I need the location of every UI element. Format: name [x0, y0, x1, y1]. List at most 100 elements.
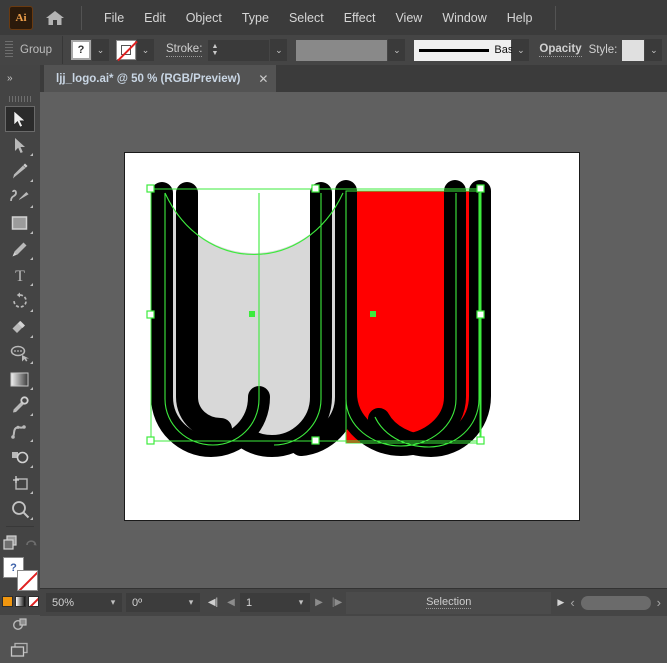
menu-item-type[interactable]: Type [232, 7, 279, 29]
tool-group-corner-icon [30, 257, 33, 260]
fill-dropdown-chevron-down-icon[interactable]: ⌄ [91, 39, 109, 61]
tool-group-corner-icon [30, 205, 33, 208]
first-artboard-icon[interactable]: ◀| [204, 592, 222, 614]
app-logo-icon[interactable]: Ai [9, 5, 33, 30]
curvature-tool[interactable] [5, 184, 35, 210]
artboard[interactable] [124, 152, 580, 521]
stroke-swatch-inner [120, 45, 131, 55]
color-mode-buttons [0, 596, 40, 607]
next-artboard-icon[interactable]: ▶ [310, 592, 328, 614]
scroll-right-chevron-icon[interactable]: › [657, 595, 661, 610]
stroke-swatch-none[interactable] [115, 40, 136, 60]
stroke-color-control[interactable]: ⌄ [115, 39, 154, 61]
stroke-weight-chevron-down-icon[interactable]: ⌄ [270, 39, 288, 61]
horizontal-scrollbar-thumb[interactable] [580, 595, 651, 610]
stroke-dropdown-chevron-down-icon[interactable]: ⌄ [136, 39, 154, 61]
brush-definition-preview[interactable]: Basic [414, 39, 521, 61]
menu-item-object[interactable]: Object [176, 7, 232, 29]
menu-item-file[interactable]: File [94, 7, 134, 29]
none-button[interactable] [27, 596, 39, 607]
illustrator-window: Ai File Edit Object Type Select Effect V… [0, 0, 667, 657]
width-profile-control[interactable]: ⌄ [296, 39, 406, 61]
style-label: Style: [588, 44, 618, 56]
menu-item-help[interactable]: Help [497, 7, 543, 29]
tool-group-corner-icon [30, 179, 33, 182]
scroll-left-chevron-icon[interactable]: ‹ [570, 595, 574, 610]
graphic-style-chevron-down-icon[interactable]: ⌄ [645, 39, 663, 61]
control-bar: Group ? ⌄ ⌄ Stroke: ▲ ▼ ⌄ ⌄ Basic ⌄ Opac… [0, 35, 667, 66]
stroke-weight-input[interactable] [221, 39, 270, 61]
canvas-area[interactable] [40, 92, 667, 588]
menu-item-window[interactable]: Window [432, 7, 496, 29]
zoom-level-input[interactable]: 50% [46, 593, 104, 612]
rotation-control[interactable]: 0º ▾ [126, 593, 200, 612]
stroke-weight-stepper[interactable]: ▲ ▼ [208, 39, 222, 61]
right-u-shape[interactable] [335, 180, 491, 458]
artwork-svg[interactable] [125, 153, 579, 520]
type-tool[interactable]: T [5, 262, 35, 288]
artboard-chevron-down-icon[interactable]: ▾ [292, 593, 310, 612]
brush-definition-chevron-down-icon[interactable]: ⌄ [512, 39, 530, 61]
eraser-tool[interactable] [5, 314, 35, 340]
zoom-tool[interactable] [5, 496, 35, 522]
previous-artboard-icon[interactable]: ◀ [222, 592, 240, 614]
edit-toolbar-icon[interactable] [2, 535, 20, 551]
brush-stroke-preview-icon [419, 48, 490, 52]
selection-tool[interactable] [5, 106, 35, 132]
menu-item-effect[interactable]: Effect [334, 7, 386, 29]
paintbrush-tool[interactable] [5, 236, 35, 262]
tools-panel-grip[interactable] [0, 92, 40, 106]
control-bar-grip[interactable] [5, 41, 13, 59]
color-button[interactable] [1, 596, 13, 607]
gradient-button[interactable] [14, 596, 26, 607]
stroke-weight-control[interactable]: ▲ ▼ ⌄ [208, 39, 288, 61]
selection-type-label: Group [20, 44, 52, 56]
graphic-style-swatch[interactable] [622, 39, 645, 61]
last-artboard-icon[interactable]: |▶ [328, 592, 346, 614]
artboard-number-control[interactable]: 1 ▾ [240, 593, 310, 612]
tool-group-corner-icon [30, 465, 33, 468]
rotation-chevron-down-icon[interactable]: ▾ [182, 593, 200, 612]
width-profile-chevron-down-icon[interactable]: ⌄ [388, 39, 406, 61]
brush-definition-control[interactable]: Basic ⌄ [414, 39, 530, 61]
status-bar-right: ▶ ‹ › [551, 595, 667, 610]
menu-item-select[interactable]: Select [279, 7, 334, 29]
screen-mode-button[interactable] [0, 637, 40, 663]
stroke-weight-label[interactable]: Stroke: [165, 43, 203, 57]
fill-swatch[interactable]: ? [70, 40, 91, 60]
fill-stroke-indicator[interactable]: ? [2, 557, 38, 591]
status-text[interactable]: Selection [346, 591, 552, 614]
zoom-chevron-down-icon[interactable]: ▾ [104, 593, 122, 612]
tool-group-corner-icon [30, 231, 33, 234]
shape-builder-tool[interactable] [5, 444, 35, 470]
rectangle-tool[interactable] [5, 210, 35, 236]
gradient-tool[interactable] [5, 366, 35, 392]
menu-item-edit[interactable]: Edit [134, 7, 176, 29]
zoom-control[interactable]: 50% ▾ [46, 593, 122, 612]
panel-expand-button[interactable]: » [0, 65, 40, 92]
direct-selection-tool[interactable] [5, 132, 35, 158]
tool-group-corner-icon [30, 309, 33, 312]
artboard-tool[interactable] [5, 470, 35, 496]
left-u-shape[interactable] [151, 182, 357, 458]
rotation-input[interactable]: 0º [126, 593, 182, 612]
undo-arrow-icon[interactable] [25, 537, 38, 550]
document-tab-bar: » ljj_logo.ai* @ 50 % (RGB/Preview) ✕ [0, 65, 667, 92]
status-play-icon[interactable]: ▶ [557, 597, 564, 608]
close-icon[interactable]: ✕ [258, 73, 268, 85]
home-icon[interactable] [43, 6, 67, 30]
document-tab[interactable]: ljj_logo.ai* @ 50 % (RGB/Preview) ✕ [44, 65, 277, 92]
rotate-tool[interactable] [5, 288, 35, 314]
opacity-label[interactable]: Opacity [539, 43, 582, 57]
eyedropper-tool[interactable] [5, 392, 35, 418]
pen-tool[interactable] [5, 158, 35, 184]
tool-group-corner-icon [30, 413, 33, 416]
stroke-color-swatch-none[interactable] [17, 570, 38, 591]
graphic-style-control[interactable]: ⌄ [622, 39, 663, 61]
artboard-number-input[interactable]: 1 [240, 593, 292, 612]
lasso-tool[interactable] [5, 340, 35, 366]
puppet-warp-tool[interactable] [5, 418, 35, 444]
fill-control[interactable]: ? ⌄ [70, 39, 109, 61]
menu-item-view[interactable]: View [385, 7, 432, 29]
width-profile-input[interactable] [296, 39, 388, 61]
